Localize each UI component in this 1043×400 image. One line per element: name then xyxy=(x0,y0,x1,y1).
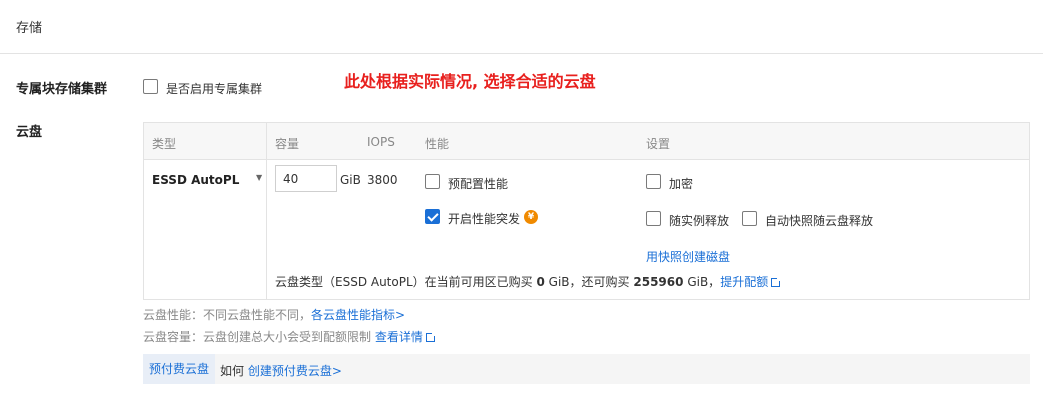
disk-type-select[interactable]: ESSD AutoPL xyxy=(152,173,239,187)
capacity-hint-text: 云盘容量：云盘创建总大小会受到配额限制 xyxy=(143,330,372,344)
dedicated-cluster-checkbox-label[interactable]: 是否启用专属集群 xyxy=(166,80,262,97)
header-settings: 设置 xyxy=(646,137,671,151)
quota-available: 255960 xyxy=(633,275,684,289)
cloud-disk-label: 云盘 xyxy=(16,125,43,140)
provisioned-performance-label[interactable]: 预配置性能 xyxy=(448,175,508,192)
divider xyxy=(0,53,1043,54)
prepay-bar: 预付费云盘 如何 创建预付费云盘> xyxy=(143,354,1030,384)
view-details-link[interactable]: 查看详情 xyxy=(375,330,436,344)
capacity-hint: 云盘容量：云盘创建总大小会受到配额限制 查看详情 xyxy=(143,328,436,345)
quota-suffix: GiB， xyxy=(687,275,721,289)
external-link-icon xyxy=(771,277,782,287)
performance-metrics-link[interactable]: 各云盘性能指标> xyxy=(311,308,405,322)
quota-prefix: 云盘类型（ESSD AutoPL）在当前可用区已购买 xyxy=(275,275,533,289)
header-type: 类型 xyxy=(152,137,177,151)
encrypt-label[interactable]: 加密 xyxy=(669,175,693,192)
column-divider xyxy=(266,123,267,299)
create-prepay-disk-link[interactable]: 创建预付费云盘> xyxy=(248,364,342,378)
prepay-hint: 如何 创建预付费云盘> xyxy=(220,362,342,379)
iops-value: 3800 xyxy=(367,173,398,187)
annotation-text: 此处根据实际情况, 选择合适的云盘 xyxy=(344,72,596,91)
external-link-icon xyxy=(425,332,436,342)
dedicated-cluster-checkbox[interactable] xyxy=(143,79,158,94)
quota-bought: 0 xyxy=(536,275,545,289)
performance-hint: 云盘性能：不同云盘性能不同，各云盘性能指标> xyxy=(143,306,405,323)
auto-snapshot-release-label[interactable]: 自动快照随云盘释放 xyxy=(765,212,873,229)
disk-table: 类型 容量 IOPS 性能 设置 ESSD AutoPL ▼ GiB 3800 … xyxy=(143,122,1030,300)
capacity-input[interactable] xyxy=(275,165,337,192)
increase-quota-link[interactable]: 提升配额 xyxy=(720,275,782,289)
prepay-disk-tab[interactable]: 预付费云盘 xyxy=(143,354,216,384)
create-from-snapshot-link[interactable]: 用快照创建磁盘 xyxy=(646,248,730,265)
table-header: 类型 容量 IOPS 性能 设置 xyxy=(144,123,1029,160)
quota-mid: GiB，还可购买 xyxy=(548,275,630,289)
dedicated-cluster-label: 专属块存储集群 xyxy=(16,82,108,97)
performance-hint-text: 云盘性能：不同云盘性能不同， xyxy=(143,308,312,322)
capacity-unit: GiB xyxy=(340,173,361,187)
page-title: 存储 xyxy=(16,21,43,36)
release-with-instance-checkbox[interactable] xyxy=(646,211,661,226)
provisioned-performance-checkbox[interactable] xyxy=(425,174,440,189)
burst-performance-label[interactable]: 开启性能突发 xyxy=(448,210,520,227)
burst-performance-checkbox[interactable] xyxy=(425,209,440,224)
coin-icon: ¥ xyxy=(524,210,538,224)
header-performance: 性能 xyxy=(425,137,450,151)
chevron-down-icon[interactable]: ▼ xyxy=(256,173,262,182)
header-iops: IOPS xyxy=(367,135,395,149)
prepay-hint-text: 如何 xyxy=(220,364,245,378)
release-with-instance-label[interactable]: 随实例释放 xyxy=(669,212,729,229)
header-capacity: 容量 xyxy=(275,137,300,151)
encrypt-checkbox[interactable] xyxy=(646,174,661,189)
quota-line: 云盘类型（ESSD AutoPL）在当前可用区已购买 0 GiB，还可购买 25… xyxy=(275,273,782,290)
auto-snapshot-release-checkbox[interactable] xyxy=(742,211,757,226)
